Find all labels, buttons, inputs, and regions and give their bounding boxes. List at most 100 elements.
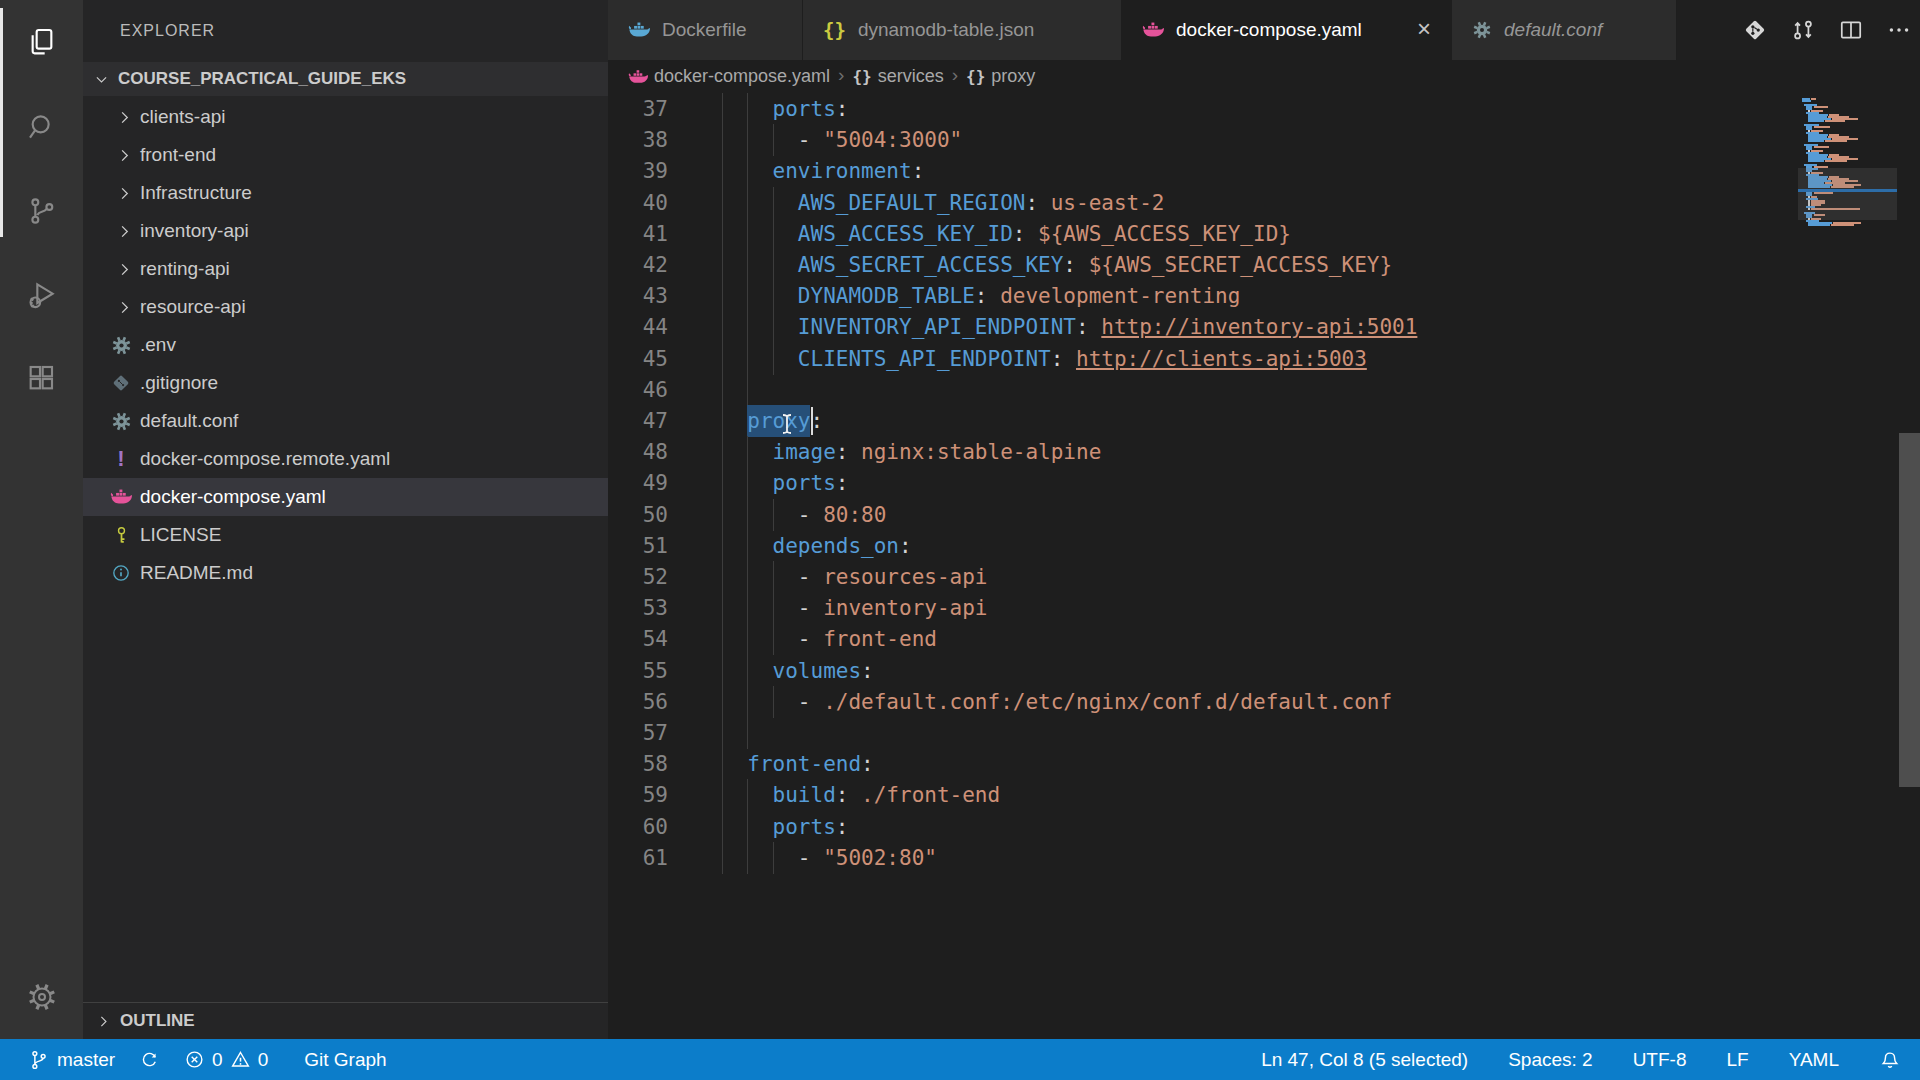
code-line-43[interactable]: 43DYNAMODB_TABLE: development-renting bbox=[608, 280, 1900, 312]
braces-icon: {} bbox=[852, 67, 871, 86]
breadcrumb-item[interactable]: services bbox=[878, 66, 944, 87]
git-graph-button[interactable]: Git Graph bbox=[299, 1039, 391, 1080]
sidebar-item-infrastructure[interactable]: Infrastructure bbox=[83, 174, 608, 212]
code-line-56[interactable]: 56- ./default.conf:/etc/nginx/conf.d/def… bbox=[608, 686, 1900, 718]
git-graph-icon[interactable] bbox=[1742, 17, 1768, 43]
problems-indicator[interactable]: 00 bbox=[179, 1039, 273, 1080]
explorer-icon[interactable] bbox=[0, 0, 83, 84]
code-line-54[interactable]: 54- front-end bbox=[608, 623, 1900, 655]
indent-guide bbox=[747, 93, 748, 125]
encoding[interactable]: UTF-8 bbox=[1628, 1039, 1692, 1080]
code-line-40[interactable]: 40AWS_DEFAULT_REGION: us-east-2 bbox=[608, 187, 1900, 219]
sidebar-item--env[interactable]: .env bbox=[83, 326, 608, 364]
branch-indicator[interactable]: master bbox=[23, 1039, 120, 1080]
minimap[interactable] bbox=[1798, 93, 1897, 393]
code-line-61[interactable]: 61- "5002:80" bbox=[608, 842, 1900, 874]
tab-docker-compose-yaml[interactable]: docker-compose.yaml× bbox=[1122, 0, 1452, 60]
code-line-37[interactable]: 37ports: bbox=[608, 93, 1900, 125]
sidebar-item-docker-compose-yaml[interactable]: docker-compose.yaml bbox=[83, 478, 608, 516]
line-number: 42 bbox=[608, 249, 668, 281]
code-text: ports: bbox=[773, 811, 849, 843]
docker-whale-blue-icon bbox=[628, 19, 650, 41]
sidebar-item-resource-api[interactable]: resource-api bbox=[83, 288, 608, 326]
code-line-57[interactable]: 57 bbox=[608, 717, 1900, 749]
code-line-45[interactable]: 45CLIENTS_API_ENDPOINT: http://clients-a… bbox=[608, 343, 1900, 375]
code-line-55[interactable]: 55volumes: bbox=[608, 655, 1900, 687]
code-line-38[interactable]: 38- "5004:3000" bbox=[608, 124, 1900, 156]
source-control-icon[interactable] bbox=[0, 169, 83, 253]
indent-guide bbox=[722, 187, 723, 219]
sidebar-item-inventory-api[interactable]: inventory-api bbox=[83, 212, 608, 250]
breadcrumb-separator: › bbox=[836, 64, 846, 89]
sidebar-item--gitignore[interactable]: .gitignore bbox=[83, 364, 608, 402]
notifications-bell-icon[interactable] bbox=[1874, 1039, 1906, 1080]
code-line-41[interactable]: 41AWS_ACCESS_KEY_ID: ${AWS_ACCESS_KEY_ID… bbox=[608, 218, 1900, 250]
code-editor[interactable]: 37ports:38- "5004:3000"39environment:40A… bbox=[608, 93, 1900, 1039]
tab-default-conf[interactable]: default.conf bbox=[1452, 0, 1677, 60]
split-editor-icon[interactable] bbox=[1838, 17, 1864, 43]
code-line-47[interactable]: 47proxy: bbox=[608, 405, 1900, 437]
status-bar: master 00 Git Graph Ln 47, Col 8 (5 selecte… bbox=[0, 1039, 1920, 1080]
search-icon[interactable] bbox=[0, 85, 83, 169]
sidebar-item-license[interactable]: LICENSE bbox=[83, 516, 608, 554]
open-changes-icon[interactable] bbox=[1790, 17, 1816, 43]
tree-item-label: docker-compose.yaml bbox=[140, 486, 326, 508]
tab-dockerfile[interactable]: Dockerfile bbox=[608, 0, 803, 60]
code-line-52[interactable]: 52- resources-api bbox=[608, 561, 1900, 593]
folder-section-header[interactable]: COURSE_PRACTICAL_GUIDE_EKS bbox=[83, 62, 608, 96]
sidebar-item-readme-md[interactable]: README.md bbox=[83, 554, 608, 592]
more-actions-icon[interactable] bbox=[1886, 17, 1912, 43]
sync-button[interactable] bbox=[134, 1039, 165, 1080]
line-number: 47 bbox=[608, 405, 668, 437]
info-blue-icon bbox=[108, 560, 134, 586]
breadcrumb-item[interactable]: docker-compose.yaml bbox=[654, 66, 830, 87]
code-line-39[interactable]: 39environment: bbox=[608, 155, 1900, 187]
vertical-scrollbar[interactable] bbox=[1899, 433, 1920, 787]
tab-bar: Dockerfile{}dynamodb-table.json docker-c… bbox=[608, 0, 1920, 60]
tab-dynamodb-table-json[interactable]: {}dynamodb-table.json bbox=[803, 0, 1122, 60]
code-line-50[interactable]: 50- 80:80 bbox=[608, 499, 1900, 531]
code-line-46[interactable]: 46 bbox=[608, 374, 1900, 406]
breadcrumb-item[interactable]: proxy bbox=[991, 66, 1035, 87]
code-line-49[interactable]: 49ports: bbox=[608, 467, 1900, 499]
indentation[interactable]: Spaces: 2 bbox=[1503, 1039, 1598, 1080]
code-line-48[interactable]: 48image: nginx:stable-alpine bbox=[608, 436, 1900, 468]
language-mode[interactable]: YAML bbox=[1784, 1039, 1844, 1080]
settings-gear-icon[interactable] bbox=[0, 955, 83, 1039]
extensions-icon[interactable] bbox=[0, 337, 83, 421]
code-line-58[interactable]: 58front-end: bbox=[608, 748, 1900, 780]
gear-gray-icon bbox=[108, 408, 134, 434]
indent-guide bbox=[722, 717, 723, 749]
code-line-44[interactable]: 44INVENTORY_API_ENDPOINT: http://invento… bbox=[608, 311, 1900, 343]
line-number: 46 bbox=[608, 374, 668, 406]
tab-close-icon[interactable]: × bbox=[1409, 14, 1439, 44]
sidebar-item-front-end[interactable]: front-end bbox=[83, 136, 608, 174]
code-line-60[interactable]: 60ports: bbox=[608, 811, 1900, 843]
outline-header-label: OUTLINE bbox=[120, 1011, 195, 1031]
outline-section-header[interactable]: OUTLINE bbox=[83, 1002, 608, 1039]
tree-item-label: inventory-api bbox=[140, 220, 249, 242]
minimap-slider[interactable] bbox=[1798, 168, 1897, 220]
gear-gray-icon bbox=[108, 332, 134, 358]
code-text: - "5002:80" bbox=[798, 842, 937, 874]
indent-guide bbox=[722, 811, 723, 843]
language-mode-label: YAML bbox=[1789, 1049, 1839, 1071]
warning-count: 0 bbox=[258, 1049, 269, 1071]
sidebar-item-docker-compose-remote-yaml[interactable]: !docker-compose.remote.yaml bbox=[83, 440, 608, 478]
docker-whale-icon bbox=[628, 67, 648, 87]
code-line-42[interactable]: 42AWS_SECRET_ACCESS_KEY: ${AWS_SECRET_AC… bbox=[608, 249, 1900, 281]
eol[interactable]: LF bbox=[1721, 1039, 1753, 1080]
indent-guide bbox=[747, 717, 748, 749]
line-number: 48 bbox=[608, 436, 668, 468]
code-text: AWS_DEFAULT_REGION: us-east-2 bbox=[798, 187, 1165, 219]
line-number: 37 bbox=[608, 93, 668, 125]
cursor-position[interactable]: Ln 47, Col 8 (5 selected) bbox=[1256, 1039, 1473, 1080]
sidebar-item-default-conf[interactable]: default.conf bbox=[83, 402, 608, 440]
folder-chevron-icon bbox=[111, 218, 137, 244]
code-line-59[interactable]: 59build: ./front-end bbox=[608, 779, 1900, 811]
sidebar-item-clients-api[interactable]: clients-api bbox=[83, 98, 608, 136]
code-line-53[interactable]: 53- inventory-api bbox=[608, 592, 1900, 624]
sidebar-item-renting-api[interactable]: renting-api bbox=[83, 250, 608, 288]
code-line-51[interactable]: 51depends_on: bbox=[608, 530, 1900, 562]
run-debug-icon[interactable] bbox=[0, 253, 83, 337]
